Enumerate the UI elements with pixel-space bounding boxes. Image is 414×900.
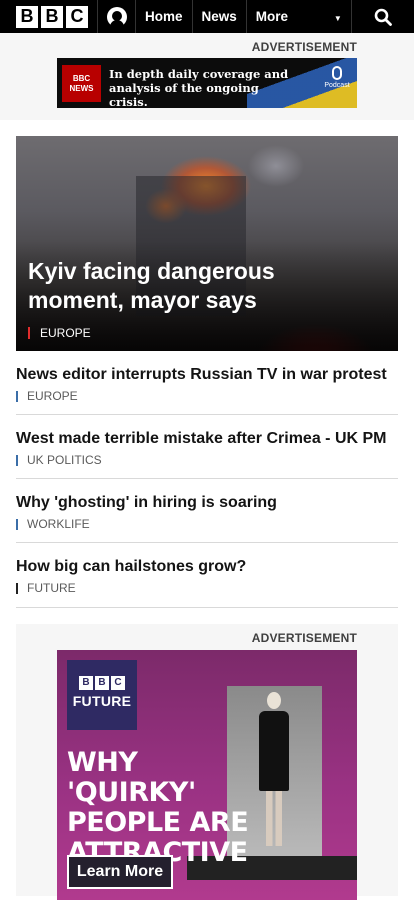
- advertisement-label: ADVERTISEMENT: [251, 40, 357, 54]
- bbc-logo[interactable]: B B C: [0, 0, 98, 33]
- brand-letter-b1: B: [79, 676, 93, 690]
- story-section-tag[interactable]: EUROPE: [16, 390, 398, 402]
- account-icon: [106, 6, 127, 27]
- podcast-badge: Podcast: [322, 66, 352, 89]
- story-headline[interactable]: News editor interrupts Russian TV in war…: [16, 365, 398, 385]
- hero-headline[interactable]: Kyiv facing dangerous moment, mayor says: [28, 257, 358, 315]
- nav-more-button[interactable]: More ▼: [247, 0, 352, 33]
- ad-headline: WHY 'QUIRKY' PEOPLE ARE ATTRACTIVE: [67, 747, 249, 868]
- advertisement-bottom: ADVERTISEMENT B B C FUTURE WHY 'QUIRKY' …: [16, 624, 398, 900]
- story-headline[interactable]: Why 'ghosting' in hiring is soaring: [16, 493, 398, 513]
- badge-news-text: NEWS: [69, 84, 94, 93]
- brand-name: FUTURE: [72, 693, 132, 709]
- logo-letter-b2: B: [41, 5, 63, 28]
- story-section-tag[interactable]: UK POLITICS: [16, 454, 398, 466]
- hero-section-tag[interactable]: EUROPE: [28, 327, 91, 339]
- search-icon: [374, 8, 392, 26]
- bbc-news-podcast-ad[interactable]: BBC NEWS In depth daily coverage and ana…: [57, 58, 357, 108]
- story-item[interactable]: Why 'ghosting' in hiring is soaring WORK…: [16, 493, 398, 543]
- advertisement-label: ADVERTISEMENT: [251, 631, 357, 645]
- brand-letter-b2: B: [95, 676, 109, 690]
- story-item[interactable]: How big can hailstones grow? FUTURE: [16, 557, 398, 608]
- logo-letter-b1: B: [16, 5, 38, 28]
- search-button[interactable]: [352, 0, 414, 33]
- story-headline[interactable]: How big can hailstones grow?: [16, 557, 398, 577]
- story-item[interactable]: West made terrible mistake after Crimea …: [16, 429, 398, 479]
- badge-bbc-text: BBC: [72, 74, 91, 83]
- nav-news-link[interactable]: News: [193, 0, 247, 33]
- nav-home-link[interactable]: Home: [136, 0, 193, 33]
- podcast-label: Podcast: [324, 82, 350, 89]
- nav-more-label: More: [255, 9, 289, 24]
- advertisement-top: ADVERTISEMENT BBC NEWS In depth daily co…: [0, 33, 414, 120]
- story-item[interactable]: News editor interrupts Russian TV in war…: [16, 365, 398, 415]
- story-section-tag[interactable]: FUTURE: [16, 582, 398, 594]
- bbc-future-logo: B B C FUTURE: [67, 660, 137, 730]
- story-headline[interactable]: West made terrible mistake after Crimea …: [16, 429, 398, 449]
- account-button[interactable]: [98, 0, 136, 33]
- brand-letter-c: C: [111, 676, 125, 690]
- caret-down-icon: ▼: [333, 14, 342, 23]
- bbc-future-ad[interactable]: B B C FUTURE WHY 'QUIRKY' PEOPLE ARE ATT…: [57, 650, 357, 900]
- microphone-icon: [332, 66, 342, 80]
- story-section-tag[interactable]: WORKLIFE: [16, 518, 398, 530]
- top-navigation-bar: B B C Home News More ▼: [0, 0, 414, 33]
- logo-letter-c: C: [66, 5, 88, 28]
- bbc-news-badge: BBC NEWS: [62, 65, 101, 102]
- hero-story[interactable]: Kyiv facing dangerous moment, mayor says…: [16, 136, 398, 351]
- ad-top-text: In depth daily coverage and analysis of …: [109, 67, 289, 108]
- learn-more-button[interactable]: Learn More: [67, 855, 173, 889]
